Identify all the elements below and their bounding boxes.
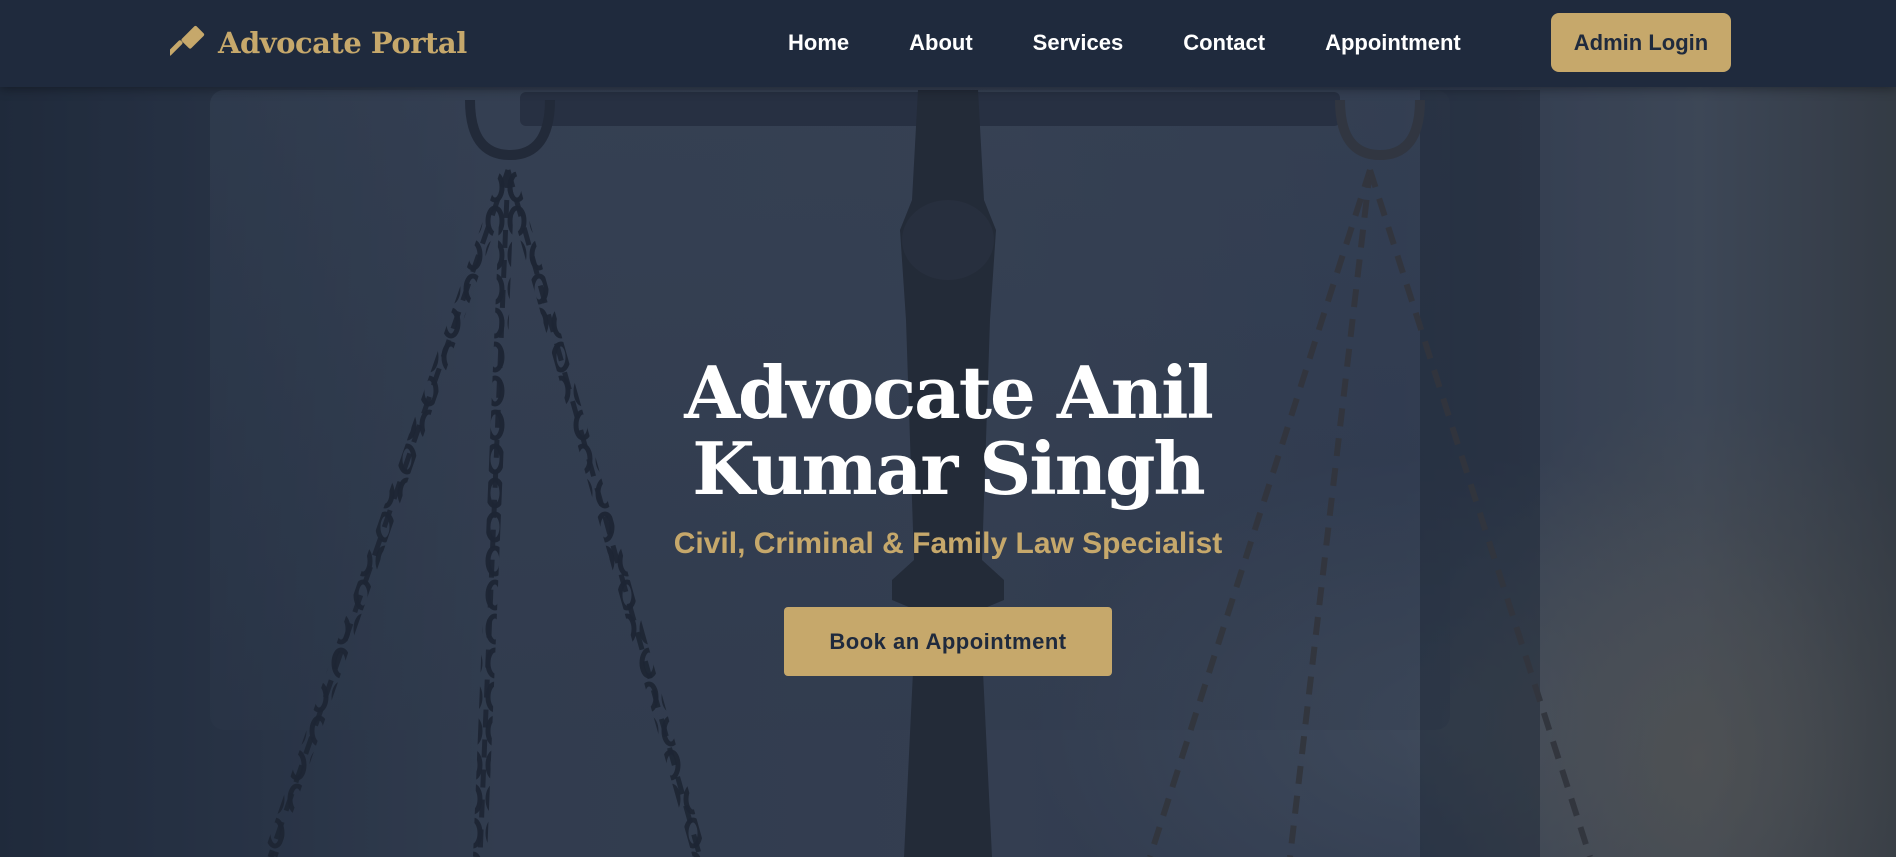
nav-link-home[interactable]: Home xyxy=(788,28,849,58)
hero-title: Advocate Anil Kumar Singh xyxy=(684,350,1214,511)
nav-link-about[interactable]: About xyxy=(909,28,973,58)
brand-name: Advocate Portal xyxy=(218,26,467,60)
nav-link-services[interactable]: Services xyxy=(1033,28,1124,58)
nav-link-appointment[interactable]: Appointment xyxy=(1325,28,1461,58)
gavel-icon xyxy=(170,25,205,56)
admin-login-button[interactable]: Admin Login xyxy=(1551,13,1731,72)
book-appointment-button[interactable]: Book an Appointment xyxy=(784,607,1112,676)
hero-section: Advocate Anil Kumar Singh Civil, Crimina… xyxy=(0,355,1896,676)
nav-link-contact[interactable]: Contact xyxy=(1183,28,1265,58)
main-navigation: Home About Services Contact Appointment xyxy=(788,28,1461,58)
hero-subtitle: Civil, Criminal & Family Law Specialist xyxy=(673,527,1223,560)
brand-logo-link[interactable]: Advocate Portal xyxy=(170,22,467,64)
navbar: Advocate Portal Home About Services Cont… xyxy=(0,0,1896,87)
